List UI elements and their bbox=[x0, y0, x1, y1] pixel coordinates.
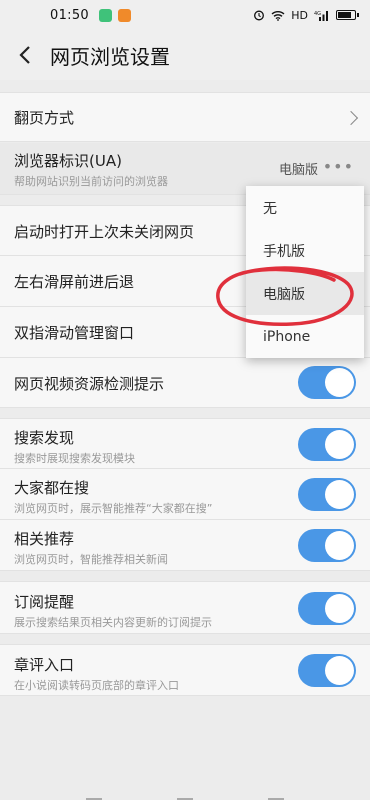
setting-label: 左右滑屏前进后退 bbox=[14, 273, 135, 291]
setting-label: 网页视频资源检测提示 bbox=[14, 375, 165, 393]
toggle-knob bbox=[325, 531, 354, 560]
toggle-knob bbox=[325, 368, 354, 397]
ua-dropdown-menu: 无 手机版 电脑版 iPhone bbox=[246, 186, 364, 358]
setting-description: 浏览网页时，智能推荐相关新闻 bbox=[14, 553, 168, 566]
ua-option-none[interactable]: 无 bbox=[246, 186, 364, 229]
status-bar: 01:50 HD 4G bbox=[0, 0, 370, 30]
svg-text:4G: 4G bbox=[314, 11, 321, 17]
setting-description: 帮助网站识别当前访问的浏览器 bbox=[14, 175, 168, 188]
battery-icon bbox=[336, 10, 359, 20]
wechat-notification-icon bbox=[98, 8, 112, 22]
page-title: 网页浏览设置 bbox=[50, 44, 170, 69]
setting-everyone-search[interactable]: 大家都在搜 浏览网页时，展示智能推荐“大家都在搜” bbox=[0, 469, 370, 520]
chevron-right-icon bbox=[343, 110, 359, 126]
setting-label: 大家都在搜 bbox=[14, 479, 90, 497]
ua-option-desktop[interactable]: 电脑版 bbox=[246, 272, 364, 315]
setting-label: 双指滑动管理窗口 bbox=[14, 324, 135, 342]
network-type: HD bbox=[291, 8, 308, 22]
everyone-search-toggle[interactable] bbox=[298, 478, 356, 511]
wifi-icon bbox=[271, 10, 285, 21]
search-discover-toggle[interactable] bbox=[298, 428, 356, 461]
status-indicators: HD 4G bbox=[253, 8, 359, 22]
subscribe-toggle[interactable] bbox=[298, 592, 356, 625]
setting-chapter-comment[interactable]: 章评入口 在小说阅读转码页底部的章评入口 bbox=[0, 644, 370, 696]
setting-label: 搜索发现 bbox=[14, 429, 75, 447]
video-detect-toggle[interactable] bbox=[298, 366, 356, 399]
toggle-knob bbox=[325, 656, 354, 685]
setting-label: 浏览器标识(UA) bbox=[14, 152, 122, 170]
ua-option-iphone[interactable]: iPhone bbox=[246, 315, 364, 358]
setting-label: 章评入口 bbox=[14, 656, 75, 674]
chevron-left-icon bbox=[19, 46, 30, 64]
toggle-knob bbox=[325, 430, 354, 459]
setting-video-detect[interactable]: 网页视频资源检测提示 bbox=[0, 358, 370, 408]
alarm-icon bbox=[254, 10, 265, 21]
app-header: 网页浏览设置 bbox=[0, 30, 370, 80]
app-notification-icon bbox=[117, 8, 131, 22]
setting-label: 翻页方式 bbox=[14, 109, 75, 127]
setting-search-discover[interactable]: 搜索发现 搜索时展现搜索发现模块 bbox=[0, 418, 370, 469]
setting-label: 订阅提醒 bbox=[14, 593, 75, 611]
back-button[interactable] bbox=[0, 30, 50, 80]
setting-related[interactable]: 相关推荐 浏览网页时，智能推荐相关新闻 bbox=[0, 520, 370, 571]
setting-description: 浏览网页时，展示智能推荐“大家都在搜” bbox=[14, 502, 213, 515]
cell-signal-icon: 4G bbox=[314, 10, 328, 21]
ua-option-mobile[interactable]: 手机版 bbox=[246, 229, 364, 272]
setting-label: 相关推荐 bbox=[14, 530, 75, 548]
ua-current-value: 电脑版 bbox=[278, 163, 318, 178]
toggle-knob bbox=[325, 594, 354, 623]
system-nav-bar bbox=[0, 788, 370, 800]
related-toggle[interactable] bbox=[298, 529, 356, 562]
setting-description: 搜索时展现搜索发现模块 bbox=[14, 452, 135, 465]
setting-description: 展示搜索结果页相关内容更新的订阅提示 bbox=[14, 616, 212, 629]
toggle-knob bbox=[325, 480, 354, 509]
more-dots-icon[interactable]: ••• bbox=[323, 157, 354, 176]
setting-label: 启动时打开上次未关闭网页 bbox=[14, 223, 195, 241]
chapter-comment-toggle[interactable] bbox=[298, 654, 356, 687]
setting-subscribe[interactable]: 订阅提醒 展示搜索结果页相关内容更新的订阅提示 bbox=[0, 581, 370, 634]
setting-description: 在小说阅读转码页底部的章评入口 bbox=[14, 679, 179, 692]
status-time: 01:50 bbox=[50, 7, 89, 23]
setting-page-turn[interactable]: 翻页方式 bbox=[0, 92, 370, 142]
